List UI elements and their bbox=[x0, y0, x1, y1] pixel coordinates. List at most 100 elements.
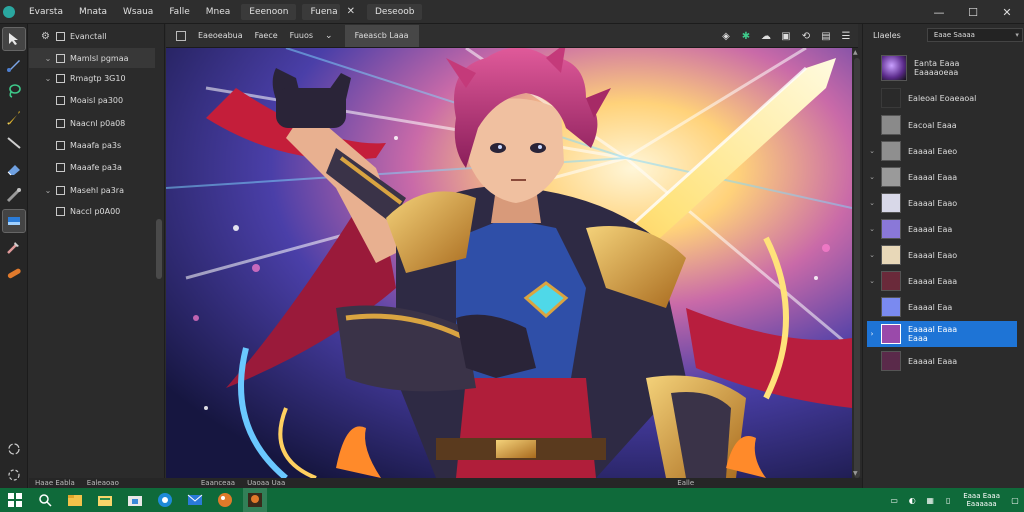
blend-mode-select[interactable]: Eaae Saaaa ▾ bbox=[926, 28, 1023, 42]
bandage-icon[interactable] bbox=[3, 262, 25, 284]
doc-tab-2[interactable]: Fuuos bbox=[284, 31, 319, 40]
history-icon[interactable]: ⟲ bbox=[798, 28, 814, 44]
doc-tab-1[interactable]: Faece bbox=[249, 31, 284, 40]
taskbar: ▭ ◐ ▦ ▯ Eaaa Eaaa Eaaaaaa ▢ bbox=[0, 488, 1024, 512]
mail-icon[interactable] bbox=[183, 488, 207, 512]
scroll-up-icon[interactable]: ▲ bbox=[853, 49, 858, 56]
network-icon[interactable]: ▭ bbox=[887, 493, 901, 507]
keyboard-icon[interactable]: ▦ bbox=[923, 493, 937, 507]
rotate-icon[interactable] bbox=[3, 438, 25, 460]
layer-row-1[interactable]: Ealeoal Eoaeaoal bbox=[867, 86, 1017, 110]
active-app-icon[interactable] bbox=[243, 488, 267, 512]
transform-icon[interactable] bbox=[3, 236, 25, 258]
file-explorer-icon[interactable] bbox=[63, 488, 87, 512]
canvas-scrollbar[interactable]: ▲ ▼ bbox=[852, 48, 862, 478]
status-item-0: Haae Eabla bbox=[35, 479, 75, 487]
layer-row-3[interactable]: ⌄ Eaaaal Eaeo bbox=[867, 139, 1017, 163]
layer-row-6[interactable]: ⌄ Eaaaal Eaa bbox=[867, 217, 1017, 241]
layer-label: Eaaaal Eaa bbox=[908, 224, 953, 234]
layer-row-7[interactable]: ⌄ Eaaaal Eaao bbox=[867, 243, 1017, 267]
paint-app-icon[interactable] bbox=[213, 488, 237, 512]
smudge-icon[interactable] bbox=[3, 184, 25, 206]
scrollbar-thumb[interactable] bbox=[854, 58, 860, 478]
node-icon bbox=[56, 73, 65, 83]
eraser-icon[interactable] bbox=[3, 158, 25, 180]
maximize-icon[interactable]: ☐ bbox=[956, 0, 990, 24]
menu-boxed-item-1[interactable]: Fuena bbox=[302, 3, 340, 20]
line-icon[interactable] bbox=[3, 132, 25, 154]
layer-thumbnail bbox=[881, 55, 907, 81]
canvas-tools: ◈ ✱ ☁ ▣ ⟲ ▤ ☰ bbox=[716, 24, 856, 48]
chevron-down-icon[interactable]: ⌄ bbox=[43, 186, 53, 195]
chevron-down-icon[interactable]: ⌄ bbox=[867, 251, 877, 259]
chevron-down-icon[interactable]: ⌄ bbox=[43, 74, 53, 83]
close-tab-icon[interactable]: ✕ bbox=[343, 6, 359, 17]
tree-row-7[interactable]: Naccl p0A00 bbox=[29, 201, 120, 221]
browser-icon[interactable] bbox=[153, 488, 177, 512]
lasso-icon[interactable] bbox=[3, 80, 25, 102]
chevron-down-icon[interactable]: ⌄ bbox=[867, 277, 877, 285]
clock[interactable]: Eaaa Eaaa Eaaaaaa bbox=[963, 492, 1000, 508]
chevron-down-icon[interactable]: ⌄ bbox=[867, 199, 877, 207]
layer-row-9[interactable]: Eaaaal Eaa bbox=[867, 295, 1017, 319]
tree-row-0[interactable]: ⌄ Mamlsl pgmaa bbox=[29, 48, 155, 68]
volume-icon[interactable]: ◐ bbox=[905, 493, 919, 507]
sparkle-icon[interactable]: ✱ bbox=[738, 28, 754, 44]
layer-row-4[interactable]: ⌄ Eaaaal Eaaa bbox=[867, 165, 1017, 189]
image-icon[interactable]: ▣ bbox=[778, 28, 794, 44]
layer-row-8[interactable]: ⌄ Eaaaal Eaaa bbox=[867, 269, 1017, 293]
layer-row-2[interactable]: Eacoal Eaaa bbox=[867, 113, 1017, 137]
layer-row-10-selected[interactable]: › Eaaaal Eaaa Eaaa bbox=[867, 321, 1017, 347]
doc-tab-button[interactable]: Deseoob bbox=[367, 3, 423, 20]
menu-item-1[interactable]: Mnata bbox=[71, 0, 115, 24]
tree-root[interactable]: ⚙ Evanctall bbox=[29, 26, 165, 46]
panel-scrollbar[interactable] bbox=[156, 219, 162, 279]
layer-row-5[interactable]: ⌄ Eaaaal Eaao bbox=[867, 191, 1017, 215]
grid-icon[interactable]: ▤ bbox=[818, 28, 834, 44]
menu-item-4[interactable]: Mnea bbox=[198, 0, 239, 24]
node-icon bbox=[56, 140, 65, 150]
select-arrow-icon[interactable] bbox=[2, 27, 26, 51]
cloud-icon[interactable]: ☁ bbox=[758, 28, 774, 44]
battery-icon[interactable]: ▯ bbox=[941, 493, 955, 507]
tree-row-4[interactable]: Maaafa pa3s bbox=[29, 135, 121, 155]
chevron-down-icon[interactable]: ⌄ bbox=[867, 147, 877, 155]
layer-thumbnail bbox=[881, 193, 901, 213]
doc-tab-0[interactable]: Eaeoeabua bbox=[192, 31, 249, 40]
search-icon[interactable] bbox=[33, 488, 57, 512]
chevron-down-icon[interactable]: ⌄ bbox=[867, 173, 877, 181]
chevron-down-icon[interactable]: ⌄ bbox=[867, 225, 877, 233]
scroll-down-icon[interactable]: ▼ bbox=[853, 470, 858, 477]
store-icon[interactable] bbox=[123, 488, 147, 512]
settings-icon[interactable]: ☰ bbox=[838, 28, 854, 44]
canvas-artwork[interactable] bbox=[166, 48, 852, 478]
pen-icon[interactable] bbox=[3, 106, 25, 128]
tree-row-3[interactable]: Naacnl p0a08 bbox=[29, 113, 125, 133]
layers-header: Llaeles Eaae Saaaa ▾ bbox=[863, 24, 1024, 46]
tree-row-2[interactable]: Moaisl pa300 bbox=[29, 90, 123, 110]
tree-row-1[interactable]: ⌄ Rmagtp 3G10 bbox=[29, 68, 126, 88]
minimize-icon[interactable]: — bbox=[922, 0, 956, 24]
windows-start-icon[interactable] bbox=[3, 488, 27, 512]
menu-item-3[interactable]: Falle bbox=[161, 0, 197, 24]
layers-title: Llaeles bbox=[873, 30, 901, 40]
notification-icon[interactable]: ▢ bbox=[1008, 493, 1022, 507]
reset-icon[interactable] bbox=[3, 464, 25, 486]
doc-tab-active[interactable]: Faeascb Laaa bbox=[344, 24, 419, 47]
window-close-icon[interactable]: ✕ bbox=[990, 0, 1024, 24]
menu-boxed-item-0[interactable]: Eeenoon bbox=[241, 3, 297, 20]
chevron-down-icon[interactable]: ⌄ bbox=[43, 54, 53, 63]
layer-row-11[interactable]: Eaaaal Eaaa bbox=[867, 349, 1017, 373]
tree-row-5[interactable]: Maaafe pa3a bbox=[29, 157, 122, 177]
layers-icon[interactable]: ◈ bbox=[718, 28, 734, 44]
tree-row-6[interactable]: ⌄ Masehl pa3ra bbox=[29, 180, 124, 200]
menu-item-0[interactable]: Evarsta bbox=[21, 0, 71, 24]
fill-icon[interactable] bbox=[2, 209, 26, 233]
brush-icon[interactable] bbox=[3, 54, 25, 76]
layer-row-0[interactable]: Eanta Eaaa Eaaaaoeaa bbox=[867, 52, 1017, 84]
folder-icon[interactable] bbox=[93, 488, 117, 512]
layer-label: Eaaaal Eaao bbox=[908, 198, 958, 208]
chevron-down-icon[interactable]: ⌄ bbox=[319, 31, 339, 41]
menu-item-2[interactable]: Wsaua bbox=[115, 0, 161, 24]
layer-label: Eacoal Eaaa bbox=[908, 120, 957, 130]
